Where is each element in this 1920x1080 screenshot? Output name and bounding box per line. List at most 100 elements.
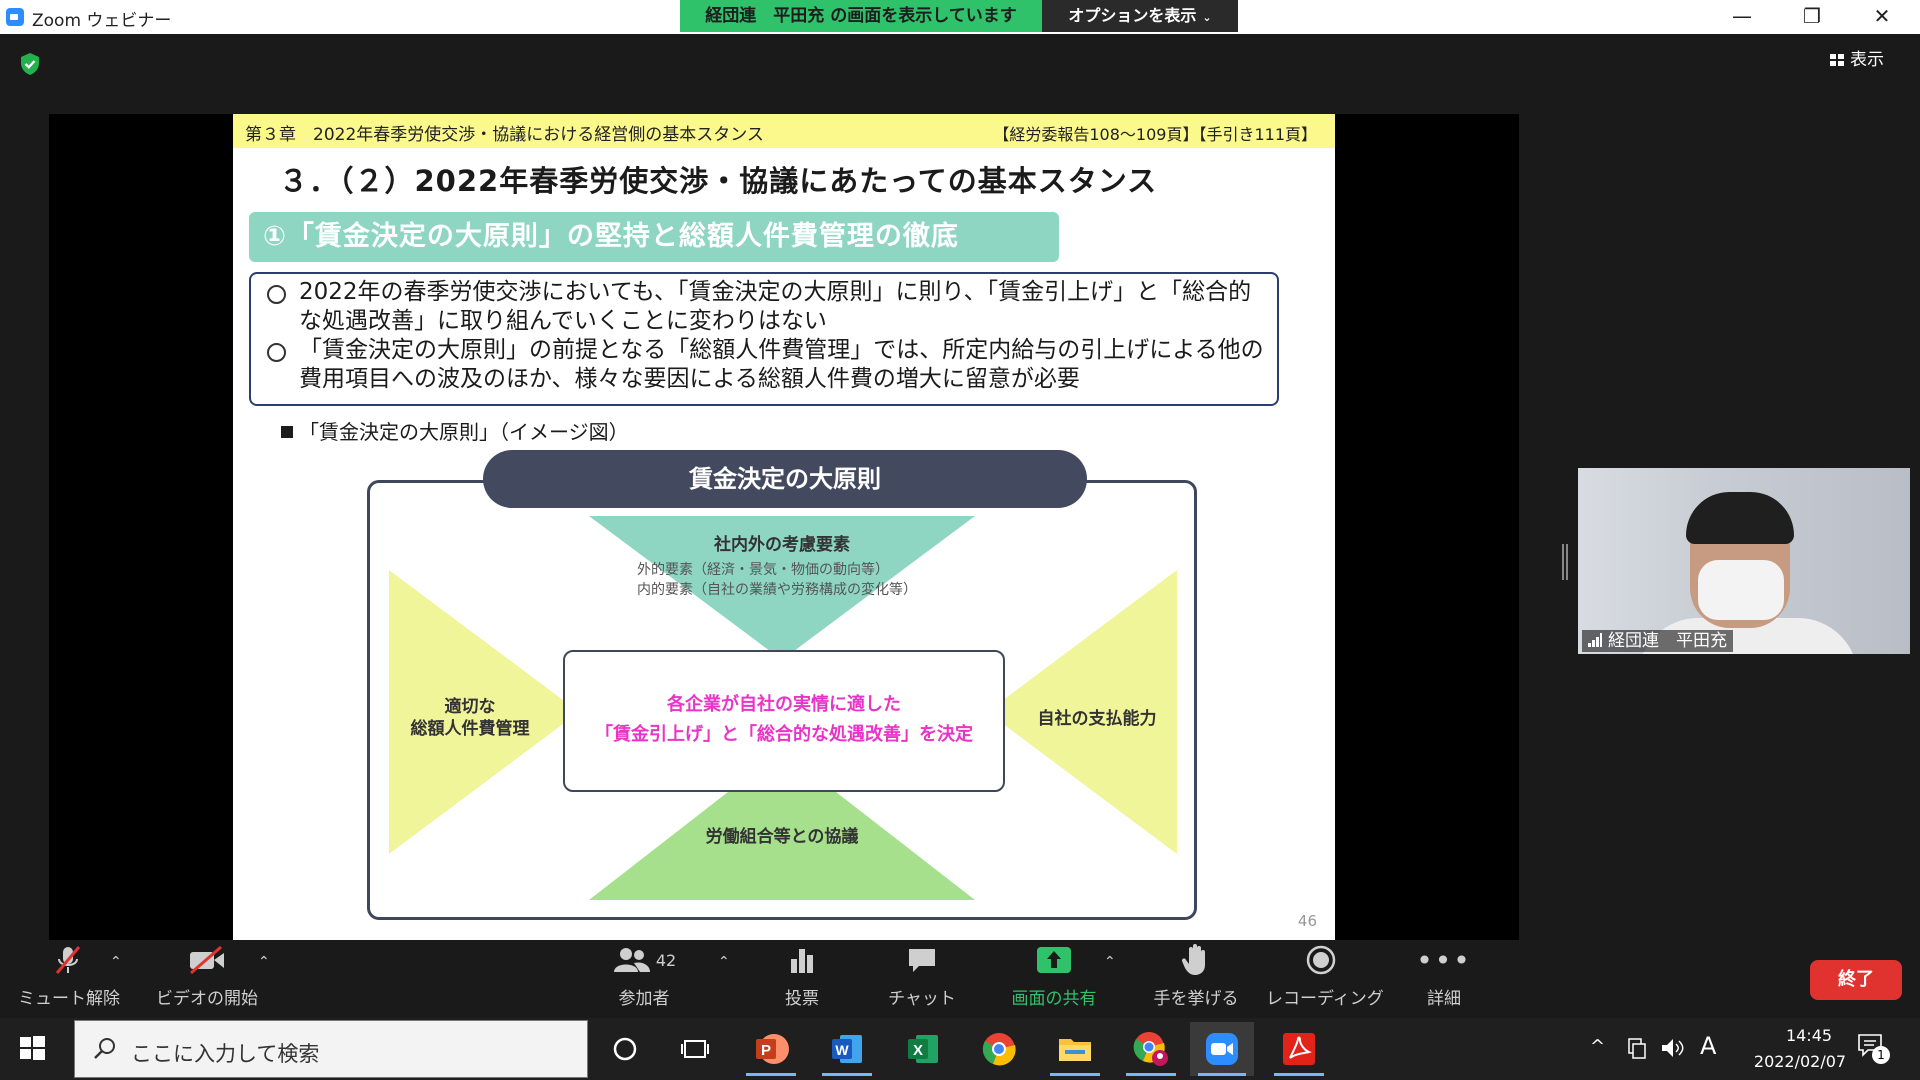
meeting-controls-bar: ミュート解除 ⌃ ビデオの開始 ⌃ 42 参加者 ⌃ 投票 チャット 画面の共有… [0, 940, 1920, 1018]
center-decision-box: 各企業が自社の実情に適した 「賃金引上げ」と「総合的な処遇改善」を決定 [563, 650, 1005, 792]
view-options-button[interactable]: オプションを表示 ⌄ [1042, 0, 1238, 32]
bullet-item: 「賃金決定の大原則」の前提となる「総額人件費管理」では、所定内給与の引上げによる… [263, 336, 1265, 394]
view-label: 表示 [1850, 50, 1884, 70]
ime-indicator[interactable]: A [1700, 1032, 1716, 1060]
video-off-icon [190, 945, 224, 975]
slide-header-band: 第３章 2022年春季労使交渉・協議における経営側の基本スタンス 【経労委報告1… [233, 114, 1335, 148]
panel-resize-handle[interactable] [1562, 544, 1568, 580]
share-options-caret-icon[interactable]: ⌃ [1104, 954, 1116, 970]
clock-date[interactable]: 2022/02/07 [1738, 1052, 1862, 1071]
taskbar-search-box[interactable]: ここに入力して検索 [74, 1020, 588, 1078]
participants-label: 参加者 [618, 989, 670, 1009]
notification-count-badge: 1 [1872, 1046, 1890, 1064]
square-bullet-icon [281, 426, 293, 438]
participants-icon [613, 948, 650, 972]
unmute-button[interactable]: ミュート解除 [18, 940, 120, 1018]
participant-video-tile[interactable]: 経団連 平田充 [1578, 468, 1910, 654]
slide-title: ３．（２）2022年春季労使交渉・協議にあたっての基本スタンス [279, 164, 1158, 198]
participant-name-label: 経団連 平田充 [1582, 630, 1733, 652]
participants-caret-icon[interactable]: ⌃ [718, 954, 730, 970]
taskbar-chrome[interactable] [966, 1022, 1032, 1076]
bullet-box: 2022年の春季労使交渉においても、「賃金決定の大原則」に則り、「賃金引上げ」と… [249, 272, 1279, 406]
cortana-icon [613, 1037, 637, 1061]
section-heading: ①「賃金決定の大原則」の堅持と総額人件費管理の徹底 [249, 212, 1059, 262]
search-placeholder: ここに入力して検索 [131, 1042, 320, 1066]
share-screen-button[interactable]: 画面の共有 [1004, 940, 1104, 1018]
windows-taskbar: ここに入力して検索 P W X ^ A 14:45 2022/02/07 1 [0, 1018, 1920, 1080]
start-video-label: ビデオの開始 [156, 989, 258, 1009]
taskbar-file-explorer[interactable] [1042, 1022, 1108, 1076]
left-factor-label-line1: 適切な [444, 697, 496, 717]
end-meeting-button[interactable]: 終了 [1810, 960, 1902, 1000]
more-button[interactable]: ••• 詳細 [1404, 940, 1484, 1018]
start-video-button[interactable]: ビデオの開始 [152, 940, 262, 1018]
chevron-down-icon: ⌄ [1202, 11, 1212, 24]
taskbar-zoom[interactable] [1190, 1022, 1254, 1076]
security-shield-icon[interactable] [18, 52, 42, 76]
share-screen-icon [1037, 947, 1071, 973]
video-options-caret-icon[interactable]: ⌃ [258, 954, 270, 970]
audio-options-caret-icon[interactable]: ⌃ [110, 954, 122, 970]
window-titlebar: Zoom ウェビナー 経団連 平田充 の画面を表示しています オプションを表示 ⌄… [0, 0, 1920, 34]
taskbar-powerpoint[interactable]: P [738, 1022, 804, 1076]
bottom-factor-label: 労働組合等との協議 [705, 827, 859, 847]
network-icon[interactable] [1626, 1036, 1648, 1060]
search-icon [94, 1038, 115, 1059]
presentation-slide: 第３章 2022年春季労使交渉・協議における経営側の基本スタンス 【経労委報告1… [233, 114, 1335, 940]
grid-view-icon [1830, 54, 1844, 66]
cortana-button[interactable] [592, 1022, 658, 1076]
slide-page-number: 46 [1297, 912, 1317, 930]
participant-count: 42 [655, 950, 677, 970]
center-text-line1: 各企業が自社の実情に適した [667, 694, 901, 715]
right-factor-label: 自社の支払能力 [1037, 709, 1157, 729]
left-factor-label-line2: 総額人件費管理 [410, 719, 530, 739]
clock-time[interactable]: 14:45 [1762, 1026, 1856, 1045]
task-view-icon [681, 1040, 709, 1058]
chat-icon [909, 949, 935, 972]
image-caption: 「賃金決定の大原則」（イメージ図） [281, 416, 629, 445]
taskbar-acrobat[interactable] [1266, 1022, 1332, 1076]
chat-button[interactable]: チャット [882, 940, 962, 1018]
polls-button[interactable]: 投票 [762, 940, 842, 1018]
raise-hand-label: 手を挙げる [1153, 989, 1239, 1009]
taskbar-chrome-profile[interactable] [1118, 1022, 1184, 1076]
recording-label: レコーディング [1266, 989, 1384, 1009]
zoom-icon [1206, 1033, 1238, 1065]
circle-bullet-icon [267, 285, 286, 304]
chapter-heading: 第３章 2022年春季労使交渉・協議における経営側の基本スタンス [245, 125, 764, 145]
circle-bullet-icon [267, 343, 286, 362]
word-icon: W [832, 1035, 862, 1063]
more-label: 詳細 [1427, 989, 1461, 1009]
raise-hand-button[interactable]: 手を挙げる [1146, 940, 1246, 1018]
top-factor-label: 社内外の考慮要素 [714, 535, 850, 555]
participants-button[interactable]: 42 参加者 [604, 940, 684, 1018]
close-window-button[interactable]: ✕ [1852, 0, 1912, 34]
signal-bars-icon [1588, 633, 1602, 647]
record-icon [1306, 945, 1336, 975]
share-screen-label: 画面の共有 [1011, 989, 1097, 1009]
chrome-profile-icon [1133, 1032, 1168, 1066]
recording-button[interactable]: レコーディング [1266, 940, 1384, 1018]
minimize-button[interactable]: — [1712, 0, 1772, 34]
more-dots-icon: ••• [1416, 943, 1472, 977]
taskbar-word[interactable]: W [814, 1022, 880, 1076]
speaker-icon[interactable] [1660, 1036, 1686, 1060]
restore-button[interactable]: ❐ [1782, 0, 1842, 34]
polls-label: 投票 [785, 989, 819, 1009]
taskbar-excel[interactable]: X [890, 1022, 956, 1076]
unmute-label: ミュート解除 [18, 989, 120, 1009]
task-view-button[interactable] [662, 1022, 728, 1076]
windows-start-icon[interactable] [18, 1034, 46, 1062]
diagram-title: 賃金決定の大原則 [483, 450, 1087, 508]
svg-text:W: W [835, 1042, 849, 1058]
muted-microphone-icon [55, 946, 81, 974]
zoom-app-icon [6, 8, 24, 26]
page-references: 【経労委報告108～109頁】【手引き111頁】 [993, 125, 1317, 144]
excel-icon: X [908, 1035, 938, 1063]
view-button[interactable]: 表示 [1830, 46, 1884, 74]
notification-center-button[interactable]: 1 [1856, 1032, 1892, 1066]
raise-hand-icon [1181, 944, 1205, 975]
chat-label: チャット [888, 989, 956, 1009]
acrobat-icon [1283, 1033, 1315, 1065]
show-hidden-icons-chevron-icon[interactable]: ^ [1590, 1036, 1605, 1057]
